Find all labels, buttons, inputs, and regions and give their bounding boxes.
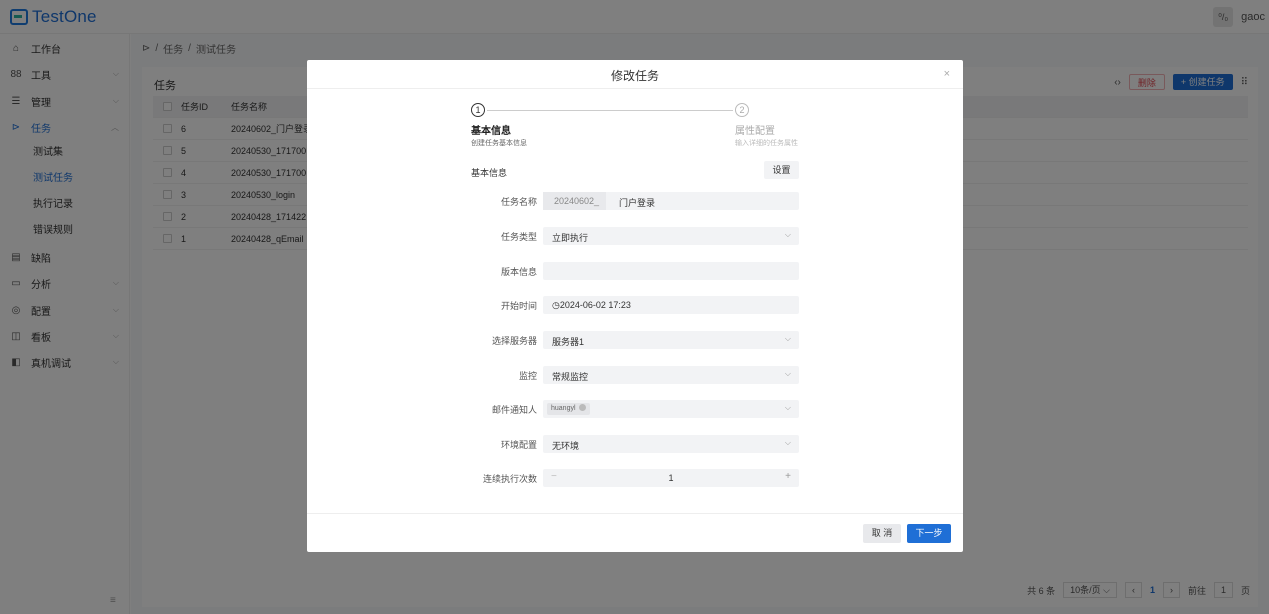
version-row: 版本信息 <box>457 262 801 280</box>
version-label: 版本信息 <box>500 267 537 277</box>
repeat-count-label: 连续执行次数 <box>482 474 537 484</box>
repeat-count-value[interactable]: 1 <box>543 473 799 483</box>
mail-recipient-label: 邮件通知人 <box>491 405 537 415</box>
step-connector <box>487 110 733 111</box>
step-2-indicator[interactable]: 2 <box>735 103 749 117</box>
next-step-button[interactable]: 下一步 <box>907 524 951 543</box>
cancel-button[interactable]: 取 消 <box>863 524 901 543</box>
remove-tag-icon[interactable] <box>578 404 586 411</box>
chevron-down-icon: ⌵ <box>784 369 791 378</box>
start-time-row: 开始时间 ◷2024-06-02 17:23 <box>457 296 801 314</box>
env-row: 环境配置 无环境 ⌵ <box>457 435 801 453</box>
server-row: 选择服务器 服务器1 ⌵ <box>457 331 801 349</box>
increment-button[interactable]: + <box>785 471 791 482</box>
settings-button[interactable]: 设置 <box>764 161 799 179</box>
modal-header: 修改任务 × <box>307 60 963 89</box>
task-type-row: 任务类型 立即执行 ⌵ <box>457 227 801 245</box>
env-label: 环境配置 <box>500 440 537 450</box>
task-name-prefix: 20240602_ <box>543 192 606 210</box>
start-time-value: ◷2024-06-02 17:23 <box>552 300 631 310</box>
step-2-desc: 输入详细的任务属性 <box>735 140 798 147</box>
version-input[interactable] <box>543 262 799 280</box>
monitor-select[interactable]: 常规监控 ⌵ <box>543 366 799 384</box>
step-1-desc: 创建任务基本信息 <box>471 140 527 147</box>
monitor-row: 监控 常规监控 ⌵ <box>457 366 801 384</box>
start-time-label: 开始时间 <box>500 301 537 311</box>
repeat-count-stepper[interactable]: − 1 + <box>543 469 799 487</box>
env-select[interactable]: 无环境 ⌵ <box>543 435 799 453</box>
close-icon[interactable]: × <box>944 68 950 80</box>
step-1-indicator[interactable]: 1 <box>471 103 485 117</box>
server-label: 选择服务器 <box>491 336 537 346</box>
step-2-title: 属性配置 <box>735 126 775 137</box>
task-name-label: 任务名称 <box>500 197 537 207</box>
recipient-tag-text: huangyl <box>551 405 576 412</box>
step-1-title: 基本信息 <box>471 126 511 137</box>
chevron-down-icon: ⌵ <box>784 334 791 343</box>
server-select[interactable]: 服务器1 ⌵ <box>543 331 799 349</box>
monitor-label: 监控 <box>518 371 537 381</box>
task-name-value: 门户登录 <box>619 198 656 208</box>
mail-recipient-select[interactable]: huangyl ⌵ <box>543 400 799 418</box>
monitor-value: 常规监控 <box>552 372 589 382</box>
section-label: 基本信息 <box>471 168 508 178</box>
recipient-tag: huangyl <box>547 403 590 415</box>
edit-task-modal: 修改任务 × 1 2 基本信息 属性配置 创建任务基本信息 输入详细的任务属性 … <box>307 60 963 552</box>
chevron-down-icon: ⌵ <box>784 438 791 447</box>
env-value: 无环境 <box>552 441 580 451</box>
chevron-down-icon: ⌵ <box>784 403 791 412</box>
modal-footer: 取 消 下一步 <box>307 513 963 552</box>
task-type-label: 任务类型 <box>500 232 537 242</box>
mail-recipient-row: 邮件通知人 huangyl ⌵ <box>457 400 801 418</box>
task-type-value: 立即执行 <box>552 233 589 243</box>
task-name-row: 任务名称 20240602_ 门户登录 <box>457 192 801 210</box>
repeat-count-row: 连续执行次数 − 1 + <box>457 469 801 487</box>
start-time-picker[interactable]: ◷2024-06-02 17:23 <box>543 296 799 314</box>
task-type-select[interactable]: 立即执行 ⌵ <box>543 227 799 245</box>
modal-title: 修改任务 <box>610 69 659 83</box>
server-value: 服务器1 <box>552 337 585 347</box>
steps: 1 2 基本信息 属性配置 创建任务基本信息 输入详细的任务属性 <box>471 103 801 153</box>
chevron-down-icon: ⌵ <box>784 230 791 239</box>
task-name-input[interactable]: 20240602_ 门户登录 <box>543 192 799 210</box>
